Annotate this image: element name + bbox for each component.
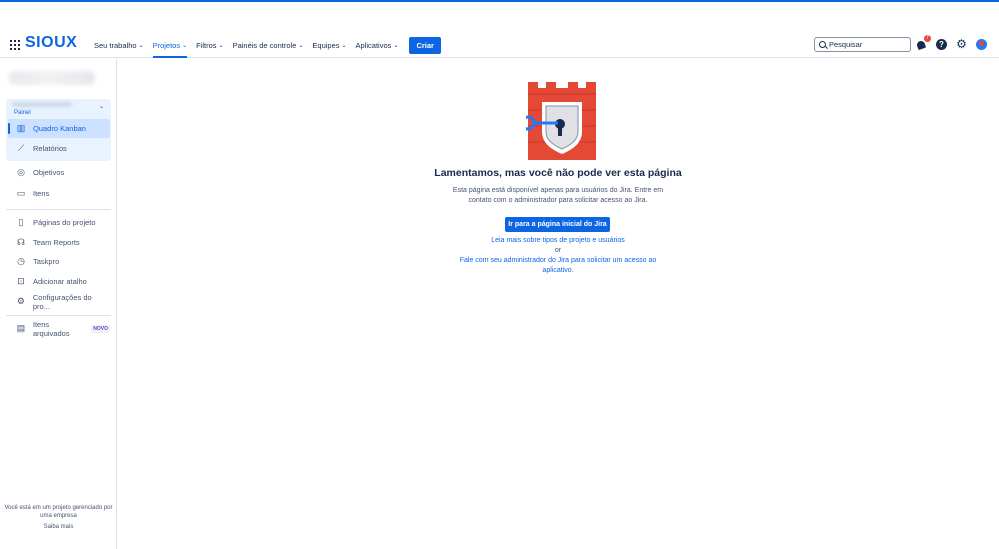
main-nav: Seu trabalho ⌄ Projetos ⌄ Filtros ⌄ Painéis… bbox=[94, 32, 441, 58]
nav-aplicativos[interactable]: Aplicativos ⌄ bbox=[356, 32, 399, 58]
bell-icon[interactable]: 7 bbox=[915, 35, 931, 51]
sidebar: ⌄ Painel ▥ Quadro Kanban ⟋ Relatórios ◎ … bbox=[0, 59, 117, 549]
chevron-down-icon: ⌄ bbox=[341, 42, 347, 49]
chevron-down-icon: ⌄ bbox=[138, 42, 144, 49]
sidebar-item-adicionar-atalho[interactable]: ⊡ Adicionar atalho bbox=[8, 272, 110, 291]
sidebar-item-configuracoes[interactable]: ⚙ Configurações do pro... bbox=[8, 292, 110, 311]
chart-line-icon: ⟋ bbox=[17, 143, 25, 153]
sidebar-item-relatorios[interactable]: ⟋ Relatórios bbox=[8, 139, 110, 158]
board-icon: ▥ bbox=[16, 123, 26, 133]
sidebar-divider bbox=[6, 315, 111, 316]
taskpro-icon: ◷ bbox=[17, 256, 25, 266]
locked-castle-illustration bbox=[526, 82, 596, 160]
chevron-down-icon: ⌄ bbox=[298, 42, 304, 49]
logo[interactable]: SIOUX bbox=[25, 34, 77, 52]
sidebar-divider bbox=[6, 209, 111, 210]
nav-paineis[interactable]: Painéis de controle ⌄ bbox=[233, 32, 304, 58]
target-icon: ◎ bbox=[17, 167, 25, 177]
page-title: Lamentamos, mas você não pode ver esta p… bbox=[434, 167, 682, 179]
chevron-down-icon: ⌄ bbox=[218, 42, 224, 49]
chevron-down-icon: ⌄ bbox=[393, 42, 399, 49]
archive-icon: ▤ bbox=[16, 323, 26, 333]
new-badge: NOVO bbox=[91, 324, 110, 333]
chevron-down-icon[interactable]: ⌄ bbox=[99, 103, 104, 110]
access-description: Esta página está disponível apenas para … bbox=[452, 187, 664, 204]
managed-project-notice: Você está em um projeto gerenciado por u… bbox=[4, 505, 113, 519]
gear-icon: ⚙ bbox=[16, 296, 25, 306]
nav-equipes[interactable]: Equipes ⌄ bbox=[312, 32, 346, 58]
gear-icon[interactable]: ⚙ bbox=[956, 38, 967, 50]
nav-projetos[interactable]: Projetos ⌄ bbox=[152, 32, 188, 58]
learn-more-link[interactable]: Saiba mais bbox=[0, 524, 117, 530]
sidebar-item-team-reports[interactable]: ☊ Team Reports bbox=[8, 233, 110, 252]
top-navigation-bar: SIOUX Seu trabalho ⌄ Projetos ⌄ Filtros ⌄ P… bbox=[0, 32, 999, 58]
team-reports-icon: ☊ bbox=[17, 237, 25, 247]
sidebar-item-paginas-projeto[interactable]: ▯ Páginas do projeto bbox=[8, 213, 110, 232]
apps-grid-icon[interactable] bbox=[10, 40, 20, 50]
go-to-jira-home-button[interactable]: Ir para a página inicial do Jira bbox=[505, 217, 610, 232]
sidebar-item-quadro-kanban[interactable]: ▥ Quadro Kanban bbox=[8, 119, 110, 138]
nav-seu-trabalho[interactable]: Seu trabalho ⌄ bbox=[94, 32, 144, 58]
search-input[interactable] bbox=[829, 40, 907, 49]
sidebar-item-objetivos[interactable]: ◎ Objetivos bbox=[8, 163, 110, 182]
search-box[interactable] bbox=[814, 37, 911, 52]
project-name-blurred bbox=[9, 71, 95, 85]
sidebar-item-taskpro[interactable]: ◷ Taskpro bbox=[8, 252, 110, 271]
sidebar-item-itens[interactable]: ▭ Itens bbox=[8, 184, 110, 203]
add-shortcut-icon: ⊡ bbox=[17, 276, 25, 286]
board-name-blurred bbox=[12, 102, 72, 107]
contact-admin-link[interactable]: Fale com seu administrador do Jira para … bbox=[448, 256, 668, 276]
or-separator: or bbox=[554, 247, 562, 254]
panel-label: Painel bbox=[14, 110, 31, 116]
issues-icon: ▭ bbox=[16, 188, 26, 198]
page-icon: ▯ bbox=[18, 217, 24, 227]
top-accent-strip bbox=[0, 0, 999, 2]
chevron-down-icon: ⌄ bbox=[182, 42, 188, 49]
nav-filtros[interactable]: Filtros ⌄ bbox=[196, 32, 223, 58]
create-button[interactable]: Criar bbox=[409, 36, 441, 54]
help-icon[interactable]: ? bbox=[936, 39, 947, 50]
search-icon bbox=[819, 41, 826, 48]
sidebar-item-itens-arquivados[interactable]: ▤ Itens arquivados NOVO bbox=[8, 319, 110, 338]
avatar[interactable] bbox=[976, 39, 987, 50]
learn-project-types-link[interactable]: Leia mais sobre tipos de projeto e usuár… bbox=[448, 237, 668, 244]
notification-badge: 7 bbox=[924, 35, 931, 42]
